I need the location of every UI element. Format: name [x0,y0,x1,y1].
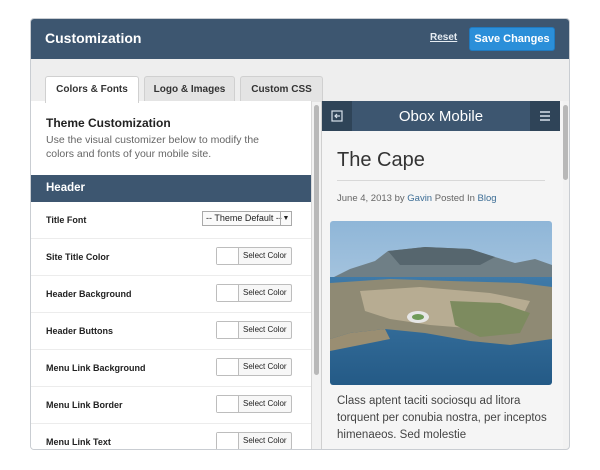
post-body: Class aptent taciti sociosqu ad litora t… [337,395,547,441]
setting-label: Header Buttons [46,326,114,336]
color-button-label: Select Color [243,399,287,408]
settings-scrollbar[interactable] [314,105,319,375]
setting-label: Menu Link Text [46,437,111,447]
customizer-window: Customization Reset Save Changes Colors … [30,18,570,450]
top-bar: Customization Reset Save Changes [31,19,569,59]
reset-link[interactable]: Reset [430,32,457,43]
setting-label: Header Background [46,289,132,299]
color-button-label: Select Color [243,436,287,445]
header-background-color-button[interactable]: Select Color [216,284,292,302]
select-value: -- Theme Default -- [206,213,282,223]
post-image [330,221,552,385]
setting-row-site-title-color: Site Title Color Select Color [31,239,311,276]
post-meta: June 4, 2013 by Gavin Posted In Blog [337,193,497,204]
site-title-color-button[interactable]: Select Color [216,247,292,265]
color-swatch [217,248,239,264]
title-font-select[interactable]: -- Theme Default -- ▼ [202,211,292,226]
chevron-down-icon: ▼ [280,212,291,225]
setting-row-menu-link-background: Menu Link Background Select Color [31,350,311,387]
menu-link-text-color-button[interactable]: Select Color [216,432,292,449]
color-button-label: Select Color [243,288,287,297]
tab-bar: Colors & Fonts Logo & Images Custom CSS [31,59,569,103]
hamburger-menu-icon[interactable] [530,101,560,131]
color-button-label: Select Color [243,325,287,334]
section-header-title: Header [31,175,311,202]
sidebar-toggle-icon[interactable] [322,101,352,131]
setting-row-header-background: Header Background Select Color [31,276,311,313]
setting-row-menu-link-border: Menu Link Border Select Color [31,387,311,424]
setting-row-header-buttons: Header Buttons Select Color [31,313,311,350]
save-changes-button[interactable]: Save Changes [469,27,555,51]
preview-scrollbar[interactable] [563,105,568,180]
color-button-label: Select Color [243,362,287,371]
post-author-link[interactable]: Gavin [407,193,432,204]
settings-panel: Theme Customization Use the visual custo… [31,101,312,449]
color-swatch [217,285,239,301]
header-buttons-color-button[interactable]: Select Color [216,321,292,339]
post-title: The Cape [337,149,425,171]
meta-posted-in: Posted In [434,193,475,204]
color-swatch [217,433,239,449]
setting-row-menu-link-text: Menu Link Text Select Color [31,424,311,449]
setting-label: Menu Link Background [46,363,146,373]
tab-colors-fonts[interactable]: Colors & Fonts [45,76,139,103]
setting-label: Title Font [46,215,87,225]
mobile-preview: Obox Mobile The Cape June 4, 2013 by Gav… [321,101,563,449]
menu-link-background-color-button[interactable]: Select Color [216,358,292,376]
menu-link-border-color-button[interactable]: Select Color [216,395,292,413]
meta-by: by [394,193,405,204]
panel-description: Use the visual customizer below to modif… [46,134,260,160]
setting-row-title-font: Title Font -- Theme Default -- ▼ [31,202,311,239]
setting-label: Site Title Color [46,252,110,262]
tab-custom-css[interactable]: Custom CSS [240,76,323,102]
color-swatch [217,359,239,375]
preview-header-bar: Obox Mobile [322,101,560,131]
post-category-link[interactable]: Blog [478,193,497,204]
tab-logo-images[interactable]: Logo & Images [144,76,235,102]
color-swatch [217,322,239,338]
post-date: June 4, 2013 [337,193,392,204]
color-swatch [217,396,239,412]
divider [337,180,545,181]
page-title: Customization [45,30,142,46]
panel-heading: Theme Customization [46,116,171,130]
preview-site-title: Obox Mobile [398,108,484,125]
setting-label: Menu Link Border [46,400,123,410]
color-button-label: Select Color [243,251,287,260]
